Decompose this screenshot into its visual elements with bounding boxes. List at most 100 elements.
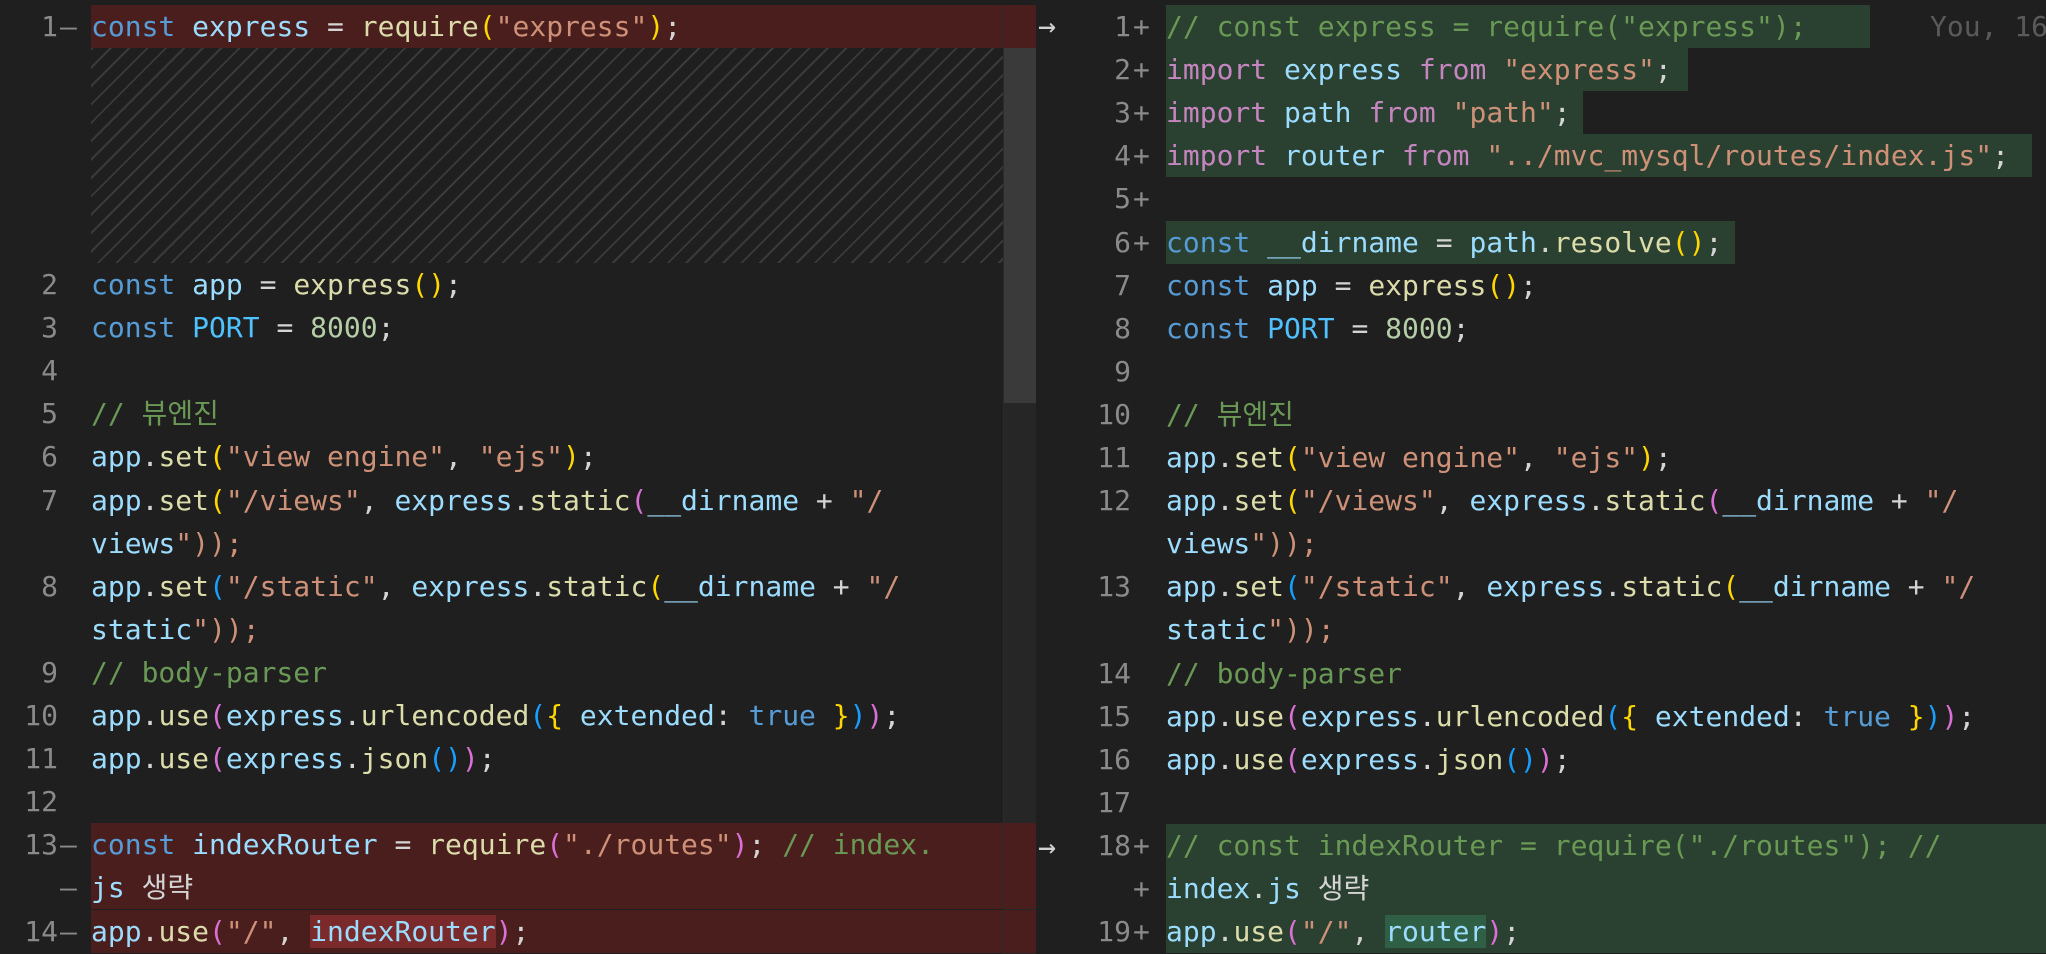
code-line[interactable]: 1 + // const express = require("express"); bbox=[1040, 5, 2046, 48]
code-text[interactable]: static")); bbox=[91, 608, 260, 651]
line-number: 10 bbox=[24, 699, 58, 732]
code-text[interactable]: views")); bbox=[1166, 522, 1318, 565]
code-line[interactable]: static")); bbox=[1040, 608, 2046, 651]
code-text[interactable]: import path from "path"; bbox=[1166, 91, 1571, 134]
code-line[interactable]: 13— const indexRouter = require("./routes… bbox=[0, 823, 1040, 866]
code-text[interactable]: views")); bbox=[91, 522, 243, 565]
line-number: 8 bbox=[1114, 312, 1131, 345]
code-text[interactable]: app.set("/views", express.static(__dirna… bbox=[91, 479, 883, 522]
code-line[interactable]: 4 + import router from "../mvc_mysql/route… bbox=[1040, 134, 2046, 177]
code-text[interactable]: const PORT = 8000; bbox=[1166, 307, 1469, 350]
code-line[interactable]: — js 생략 bbox=[0, 866, 1040, 909]
pane-divider[interactable] bbox=[1003, 5, 1004, 954]
code-text[interactable]: app.set("/views", express.static(__dirna… bbox=[1166, 479, 1958, 522]
modified-editor-pane[interactable]: 1 +// const express = require("express");… bbox=[1040, 5, 2046, 954]
diff-marker: + bbox=[1133, 872, 1150, 905]
code-line[interactable]: 10 // 뷰엔진 bbox=[1040, 393, 2046, 436]
code-line[interactable]: 7 app.set("/views", express.static(__dirn… bbox=[0, 479, 1040, 522]
code-line[interactable]: 12 bbox=[0, 780, 1040, 823]
code-text[interactable]: // body-parser bbox=[1166, 652, 1402, 695]
code-text[interactable]: static")); bbox=[1166, 608, 1335, 651]
code-line[interactable]: 19 + app.use("/", router); bbox=[1040, 910, 2046, 953]
code-line[interactable]: 6 + const __dirname = path.resolve(); bbox=[1040, 221, 2046, 264]
diff-marker: — bbox=[60, 10, 77, 43]
line-number: 19 bbox=[1097, 915, 1131, 948]
code-line[interactable]: 5 + bbox=[1040, 177, 2046, 220]
code-line[interactable]: 6 app.set("view engine", "ejs"); bbox=[0, 435, 1040, 478]
diff-marker: — bbox=[60, 828, 77, 861]
code-text[interactable]: app.set("view engine", "ejs"); bbox=[1166, 436, 1672, 479]
line-number: 12 bbox=[24, 785, 58, 818]
line-number: 16 bbox=[1097, 743, 1131, 776]
code-text[interactable]: // const indexRouter = require("./routes… bbox=[1166, 824, 1941, 867]
code-line[interactable]: 16 app.use(express.json()); bbox=[1040, 738, 2046, 781]
code-line[interactable]: 8 app.set("/static", express.static(__dir… bbox=[0, 565, 1040, 608]
code-text[interactable]: const express = require("express"); bbox=[91, 5, 681, 48]
original-editor-pane[interactable]: 1— const express = require("express"); 2 co… bbox=[0, 5, 1040, 954]
code-text[interactable]: app.use(express.json()); bbox=[1166, 738, 1571, 781]
code-line[interactable]: 10 app.use(express.urlencoded({ extended:… bbox=[0, 694, 1040, 737]
code-line[interactable]: 17 bbox=[1040, 781, 2046, 824]
diff-marker: + bbox=[1133, 915, 1150, 948]
code-text[interactable]: app.use("/", router); bbox=[1166, 910, 1520, 953]
code-line[interactable]: 5 // 뷰엔진 bbox=[0, 392, 1040, 435]
code-line[interactable]: 3 const PORT = 8000; bbox=[0, 306, 1040, 349]
line-number: 3 bbox=[41, 311, 58, 344]
git-blame-annotation: You, 16 bbox=[1930, 10, 2046, 43]
code-line[interactable]: views")); bbox=[0, 522, 1040, 565]
code-text[interactable]: app.use("/", indexRouter); bbox=[91, 910, 529, 953]
code-text[interactable]: app.use(express.urlencoded({ extended: t… bbox=[1166, 695, 1975, 738]
code-line[interactable]: 14 // body-parser bbox=[1040, 652, 2046, 695]
code-line[interactable]: 2 + import express from "express"; bbox=[1040, 48, 2046, 91]
code-line[interactable]: 11 app.set("view engine", "ejs"); bbox=[1040, 436, 2046, 479]
code-text[interactable]: // 뷰엔진 bbox=[1166, 393, 1294, 436]
code-text[interactable]: const app = express(); bbox=[1166, 264, 1537, 307]
code-line[interactable]: 1— const express = require("express"); bbox=[0, 5, 1040, 48]
code-line[interactable]: 4 bbox=[0, 349, 1040, 392]
code-text[interactable]: const PORT = 8000; bbox=[91, 306, 394, 349]
line-number: 10 bbox=[1097, 398, 1131, 431]
code-line[interactable]: 13 app.set("/static", express.static(__di… bbox=[1040, 565, 2046, 608]
code-text[interactable]: js 생략 bbox=[91, 866, 193, 909]
code-line[interactable]: 7 const app = express(); bbox=[1040, 264, 2046, 307]
code-line[interactable]: 15 app.use(express.urlencoded({ extended:… bbox=[1040, 695, 2046, 738]
code-line[interactable]: 9 // body-parser bbox=[0, 651, 1040, 694]
code-text[interactable]: app.set("/static", express.static(__dirn… bbox=[91, 565, 900, 608]
code-text[interactable]: const app = express(); bbox=[91, 263, 462, 306]
line-number: 7 bbox=[1114, 269, 1131, 302]
code-line[interactable]: 18 + // const indexRouter = require("./rou… bbox=[1040, 824, 2046, 867]
code-text[interactable]: const __dirname = path.resolve(); bbox=[1166, 221, 1722, 264]
code-line[interactable]: static")); bbox=[0, 608, 1040, 651]
line-number: 12 bbox=[1097, 484, 1131, 517]
code-line[interactable]: 2 const app = express(); bbox=[0, 263, 1040, 306]
line-number: 1 bbox=[1114, 10, 1131, 43]
line-number: 11 bbox=[1097, 441, 1131, 474]
line-number: 13 bbox=[24, 828, 58, 861]
code-text[interactable]: import router from "../mvc_mysql/routes/… bbox=[1166, 134, 2009, 177]
code-text[interactable]: app.set("view engine", "ejs"); bbox=[91, 435, 597, 478]
code-text[interactable]: import express from "express"; bbox=[1166, 48, 1672, 91]
diff-marker: + bbox=[1133, 182, 1150, 215]
line-number: 15 bbox=[1097, 700, 1131, 733]
code-line[interactable]: + index.js 생략 bbox=[1040, 867, 2046, 910]
code-text[interactable]: // const express = require("express"); bbox=[1166, 5, 1807, 48]
code-text[interactable]: app.use(express.json()); bbox=[91, 737, 496, 780]
code-line[interactable]: 12 app.set("/views", express.static(__dir… bbox=[1040, 479, 2046, 522]
line-number: 5 bbox=[41, 397, 58, 430]
code-line[interactable]: 8 const PORT = 8000; bbox=[1040, 307, 2046, 350]
line-number: 5 bbox=[1114, 182, 1131, 215]
code-line[interactable]: 3 + import path from "path"; bbox=[1040, 91, 2046, 134]
code-text[interactable]: const indexRouter = require("./routes");… bbox=[91, 823, 934, 866]
code-text[interactable]: app.set("/static", express.static(__dirn… bbox=[1166, 565, 1975, 608]
code-text[interactable]: // body-parser bbox=[91, 651, 327, 694]
code-line[interactable]: 14— app.use("/", indexRouter); bbox=[0, 910, 1040, 953]
code-text[interactable]: // 뷰엔진 bbox=[91, 392, 219, 435]
code-text[interactable]: index.js 생략 bbox=[1166, 867, 1369, 910]
line-number: 2 bbox=[1114, 53, 1131, 86]
code-line[interactable]: 9 bbox=[1040, 350, 2046, 393]
code-line[interactable]: views")); bbox=[1040, 522, 2046, 565]
code-line[interactable]: 11 app.use(express.json()); bbox=[0, 737, 1040, 780]
code-text[interactable]: app.use(express.urlencoded({ extended: t… bbox=[91, 694, 900, 737]
diff-marker: — bbox=[60, 915, 77, 948]
line-number: 14 bbox=[24, 915, 58, 948]
